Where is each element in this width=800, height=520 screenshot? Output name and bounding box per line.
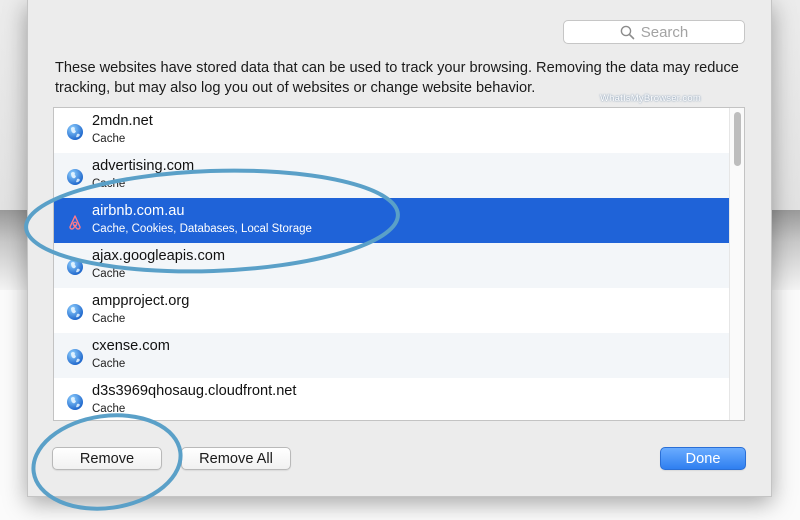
site-row[interactable]: advertising.com Cache	[54, 153, 731, 198]
site-name: cxense.com	[92, 338, 170, 354]
airbnb-icon	[66, 213, 84, 231]
watermark: WhatIsMyBrowser.com	[600, 93, 701, 104]
site-row[interactable]: cxense.com Cache	[54, 333, 731, 378]
globe-icon	[66, 123, 84, 141]
description-text: These websites have stored data that can…	[55, 60, 739, 96]
site-data-types: Cache	[92, 178, 126, 190]
site-name: 2mdn.net	[92, 113, 153, 129]
magnifier-icon	[620, 25, 635, 39]
site-data-types: Cache	[92, 358, 126, 370]
scrollbar-thumb[interactable]	[734, 112, 741, 166]
globe-icon	[66, 168, 84, 186]
site-data-types: Cache, Cookies, Databases, Local Storage	[92, 223, 312, 235]
site-data-types: Cache	[92, 313, 126, 325]
done-button[interactable]: Done	[660, 447, 746, 470]
site-name: d3s3969qhosaug.cloudfront.net	[92, 383, 297, 399]
search-field[interactable]: Search	[563, 20, 745, 44]
site-row[interactable]: 2mdn.net Cache	[54, 108, 731, 153]
globe-icon	[66, 348, 84, 366]
globe-icon	[66, 393, 84, 411]
site-row[interactable]: ajax.googleapis.com Cache	[54, 243, 731, 288]
site-data-types: Cache	[92, 268, 126, 280]
website-list[interactable]: 2mdn.net Cache advertising.com Cache airbnb.…	[53, 107, 745, 421]
site-row[interactable]: ampproject.org Cache	[54, 288, 731, 333]
list-scrollbar[interactable]	[729, 108, 744, 420]
site-row[interactable]: d3s3969qhosaug.cloudfront.net Cache	[54, 378, 731, 420]
site-name: advertising.com	[92, 158, 195, 174]
site-data-types: Cache	[92, 133, 126, 145]
remove-all-button[interactable]: Remove All	[181, 447, 291, 470]
search-placeholder: Search	[640, 23, 689, 41]
globe-icon	[66, 303, 84, 321]
remove-button[interactable]: Remove	[52, 447, 162, 470]
site-name: ajax.googleapis.com	[92, 248, 226, 264]
site-row[interactable]: airbnb.com.au Cache, Cookies, Databases, …	[54, 198, 731, 243]
site-name: ampproject.org	[92, 293, 190, 309]
site-name: airbnb.com.au	[92, 203, 185, 219]
website-data-sheet: Search These websites have stored data t…	[27, 0, 772, 497]
site-data-types: Cache	[92, 403, 126, 415]
globe-icon	[66, 258, 84, 276]
